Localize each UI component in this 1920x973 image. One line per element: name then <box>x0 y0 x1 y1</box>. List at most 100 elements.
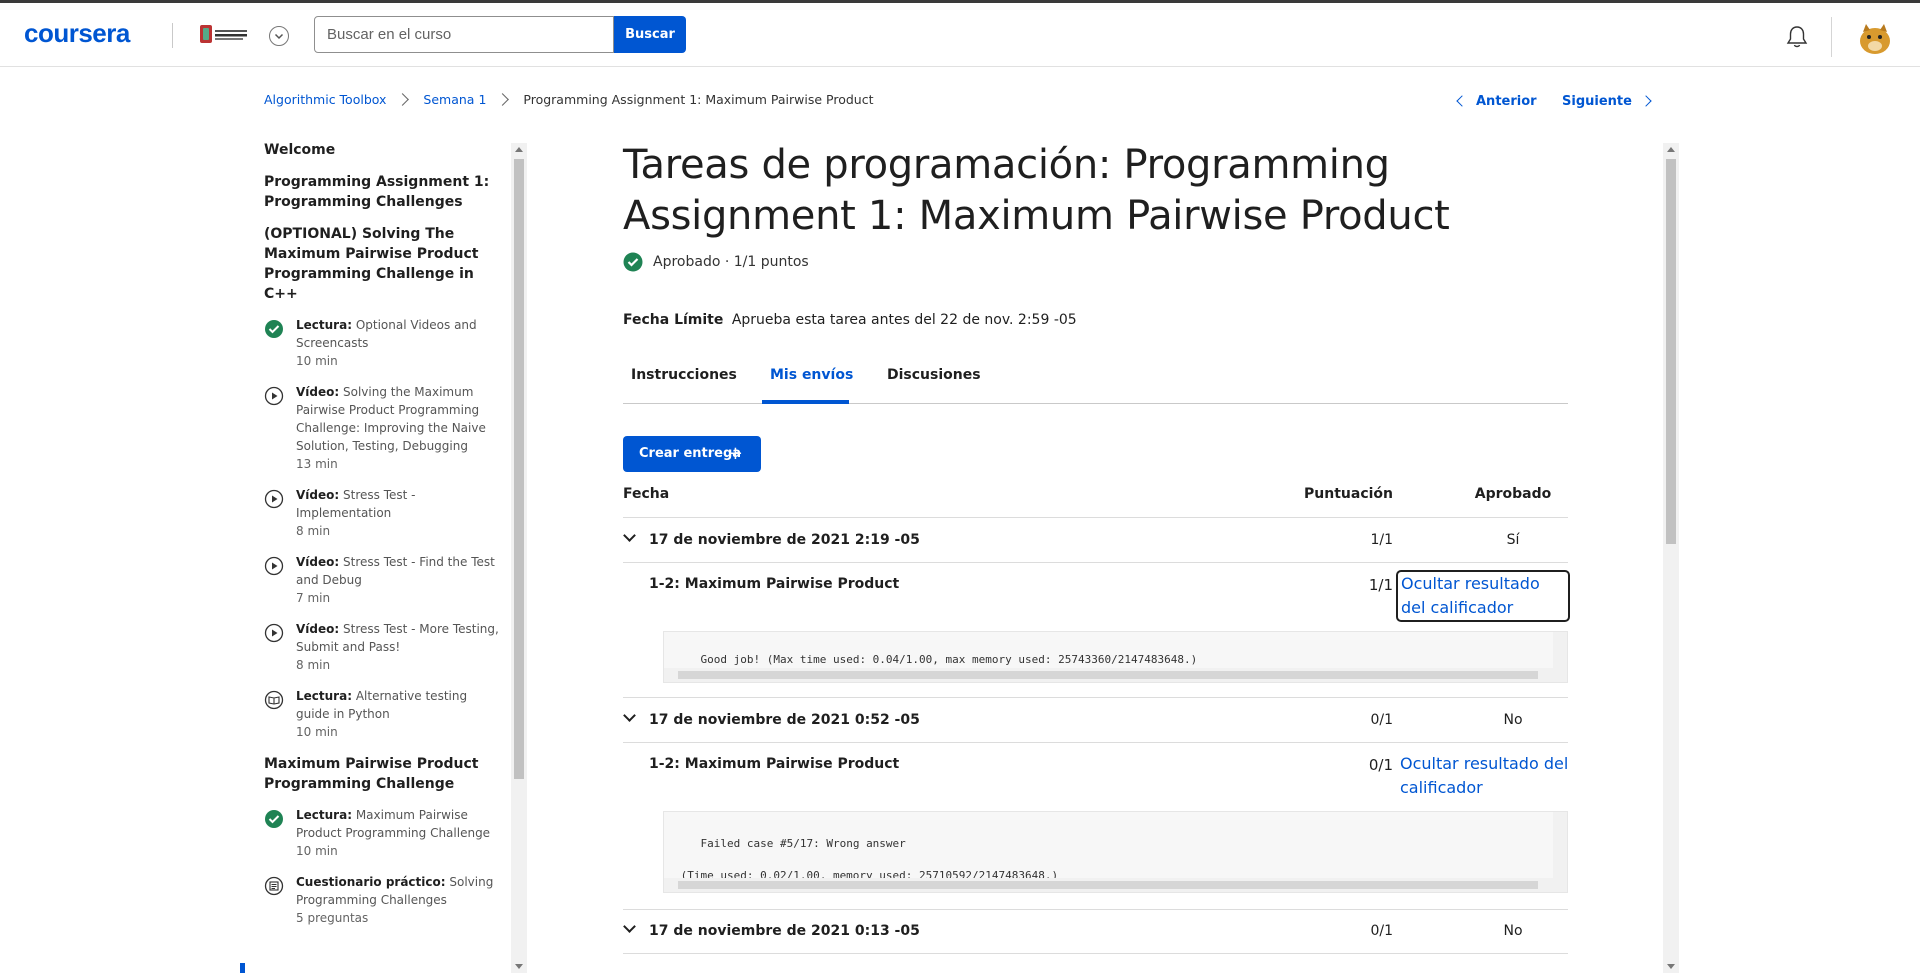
grade-status-text: Aprobado · 1/1 puntos <box>653 254 809 270</box>
quiz-icon <box>264 876 284 896</box>
sidebar-section-assignment[interactable]: Programming Assignment 1: Programming Ch… <box>264 172 502 212</box>
submission-passed: Sí <box>1506 532 1520 548</box>
divider <box>623 517 1568 518</box>
active-item-marker <box>240 963 245 973</box>
search-button[interactable]: Buscar <box>614 16 686 53</box>
submission-date: 17 de noviembre de 2021 2:19 -05 <box>649 532 920 548</box>
output-scrollbar-horizontal[interactable] <box>664 878 1567 892</box>
play-icon <box>264 556 284 576</box>
check-circle-icon <box>265 810 283 828</box>
sidebar-section-welcome[interactable]: Welcome <box>264 140 502 160</box>
check-circle-icon <box>265 320 283 338</box>
item-type: Vídeo: <box>296 385 340 399</box>
institution-dropdown-button[interactable] <box>269 26 289 46</box>
table-row[interactable]: 17 de noviembre de 2021 2:19 -05 1/1 Sí <box>623 529 1568 560</box>
plus-icon: + <box>727 443 743 464</box>
submission-date: 17 de noviembre de 2021 0:52 -05 <box>649 712 920 728</box>
sidebar-item[interactable]: Lectura: Optional Videos and Screencasts… <box>264 316 502 370</box>
breadcrumb-current: Programming Assignment 1: Maximum Pairwi… <box>523 92 874 107</box>
item-duration: 10 min <box>296 725 338 739</box>
sidebar-item[interactable]: Vídeo: Stress Test - Implementation 8 mi… <box>264 486 502 540</box>
header-aprobado: Aprobado <box>1474 486 1552 502</box>
sidebar-item[interactable]: Lectura: Maximum Pairwise Product Progra… <box>264 806 502 860</box>
sidebar-item[interactable]: Vídeo: Stress Test - Find the Test and D… <box>264 553 502 607</box>
sidebar-item[interactable]: Cuestionario práctico: Solving Programmi… <box>264 873 502 927</box>
item-duration: 13 min <box>296 457 338 471</box>
tab-instrucciones[interactable]: Instrucciones <box>631 367 737 383</box>
scroll-down-arrow-icon[interactable] <box>515 964 523 969</box>
sidebar-section-challenge[interactable]: Maximum Pairwise Product Programming Cha… <box>264 754 502 794</box>
output-scroll-thumb[interactable] <box>678 881 1538 889</box>
submission-score: 0/1 <box>1370 712 1393 728</box>
breadcrumb: Algorithmic Toolbox Semana 1 Programming… <box>264 92 873 107</box>
sidebar-section-optional[interactable]: (OPTIONAL) Solving The Maximum Pairwise … <box>264 224 502 304</box>
previous-button[interactable]: Anterior <box>1456 94 1537 109</box>
chevron-down-icon[interactable] <box>623 920 636 933</box>
output-scrollbar-horizontal[interactable] <box>664 668 1567 682</box>
part-name: 1-2: Maximum Pairwise Product <box>649 576 900 592</box>
divider <box>623 697 1568 698</box>
create-submission-button[interactable]: Crear entrega + <box>623 436 761 472</box>
tab-discusiones[interactable]: Discusiones <box>887 367 981 383</box>
grader-output: Failed case #5/17: Wrong answer (Time us… <box>663 811 1568 893</box>
submission-date: 17 de noviembre de 2021 0:13 -05 <box>649 923 920 939</box>
item-duration: 5 preguntas <box>296 911 369 925</box>
search-input[interactable]: Buscar en el curso <box>314 16 614 53</box>
header-puntuacion: Puntuación <box>1304 486 1393 502</box>
sidebar-item[interactable]: Lectura: Alternative testing guide in Py… <box>264 687 502 741</box>
item-duration: 10 min <box>296 354 338 368</box>
user-avatar[interactable] <box>1855 18 1895 58</box>
tab-bar: Instrucciones Mis envíos Discusiones <box>623 361 1568 404</box>
breadcrumb-week[interactable]: Semana 1 <box>423 92 486 107</box>
create-submission-label: Crear entrega <box>639 446 742 461</box>
scroll-down-arrow-icon[interactable] <box>1667 964 1675 969</box>
check-circle-icon <box>623 252 643 272</box>
submission-passed: No <box>1503 923 1523 939</box>
item-duration: 8 min <box>296 658 331 672</box>
item-type: Vídeo: <box>296 555 340 569</box>
tab-mis-envios[interactable]: Mis envíos <box>770 367 853 383</box>
breadcrumb-course[interactable]: Algorithmic Toolbox <box>264 92 386 107</box>
bell-icon[interactable] <box>1784 24 1810 50</box>
divider <box>623 909 1568 910</box>
item-type: Lectura: <box>296 808 352 822</box>
chevron-down-icon[interactable] <box>623 709 636 722</box>
sidebar-scrollbar[interactable] <box>511 143 527 973</box>
part-score: 1/1 <box>1368 576 1393 594</box>
due-date: Fecha Límite Aprueba esta tarea antes de… <box>623 312 1077 328</box>
table-row[interactable]: 17 de noviembre de 2021 0:13 -05 0/1 No <box>623 920 1568 951</box>
play-icon <box>264 623 284 643</box>
main-scroll-thumb[interactable] <box>1666 159 1676 544</box>
scroll-up-arrow-icon[interactable] <box>515 147 523 152</box>
output-scroll-thumb[interactable] <box>678 671 1538 679</box>
next-button[interactable]: Siguiente <box>1562 94 1652 109</box>
divider <box>623 953 1568 954</box>
header-divider-right <box>1831 17 1832 57</box>
chevron-right-icon <box>1640 95 1652 107</box>
play-icon <box>264 489 284 509</box>
page-title: Tareas de programación: Programming Assi… <box>623 142 1450 239</box>
chevron-down-icon <box>274 33 284 40</box>
sidebar-item[interactable]: Vídeo: Solving the Maximum Pairwise Prod… <box>264 383 502 473</box>
sidebar-item[interactable]: Vídeo: Stress Test - More Testing, Submi… <box>264 620 502 674</box>
grader-output-text: Failed case #5/17: Wrong answer (Time us… <box>680 837 1059 882</box>
sidebar-scroll-thumb[interactable] <box>514 159 524 779</box>
hide-grader-output-link[interactable]: Ocultar resultado del calificador <box>1400 752 1570 800</box>
scroll-up-arrow-icon[interactable] <box>1667 147 1675 152</box>
active-tab-indicator <box>762 400 849 404</box>
submission-score: 1/1 <box>1370 532 1393 548</box>
part-row: 1-2: Maximum Pairwise Product 1/1 Oculta… <box>623 570 1570 632</box>
hide-grader-output-link[interactable]: Ocultar resultado del calificador <box>1396 570 1570 622</box>
chevron-down-icon[interactable] <box>623 529 636 542</box>
item-duration: 8 min <box>296 524 331 538</box>
table-row[interactable]: 17 de noviembre de 2021 0:52 -05 0/1 No <box>623 709 1568 740</box>
part-name: 1-2: Maximum Pairwise Product <box>649 756 900 772</box>
item-duration: 10 min <box>296 844 338 858</box>
item-type: Lectura: <box>296 689 352 703</box>
due-text: Aprueba esta tarea antes del 22 de nov. … <box>731 312 1077 328</box>
coursera-logo[interactable]: coursera <box>24 18 130 49</box>
submission-passed: No <box>1503 712 1523 728</box>
main-scrollbar[interactable] <box>1663 143 1679 973</box>
grade-status: Aprobado · 1/1 puntos <box>623 252 809 272</box>
university-logo-icon[interactable] <box>198 21 250 49</box>
